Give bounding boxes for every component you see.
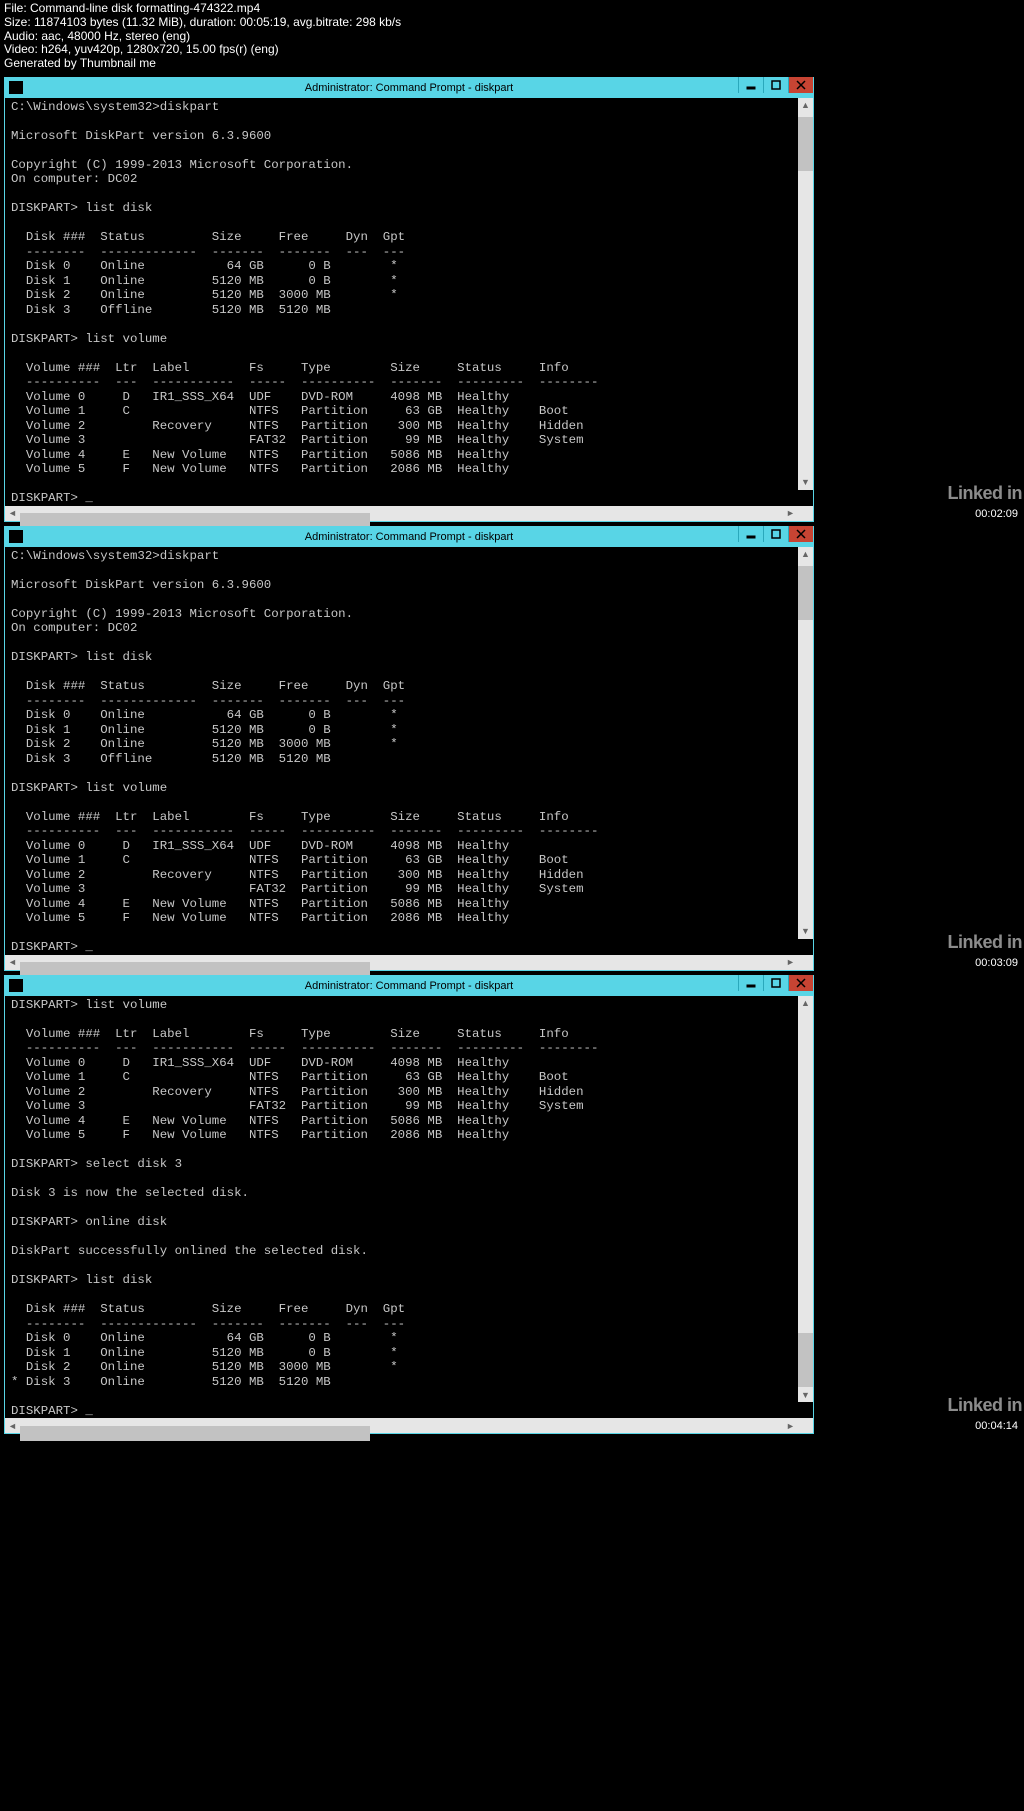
minimize-button[interactable]: [738, 526, 763, 542]
window-controls: [738, 77, 813, 93]
scroll-right-icon[interactable]: ►: [783, 955, 798, 970]
meta-audio: Audio: aac, 48000 Hz, stereo (eng): [4, 29, 190, 43]
meta-generator: Generated by Thumbnail me: [4, 56, 156, 70]
scroll-left-icon[interactable]: ◄: [5, 1418, 20, 1433]
minimize-button[interactable]: [738, 975, 763, 991]
video-metadata-header: File: Command-line disk formatting-47432…: [0, 0, 1024, 75]
scroll-right-icon[interactable]: ►: [783, 1418, 798, 1433]
vertical-scrollbar[interactable]: ▲ ▼: [798, 98, 813, 490]
maximize-button[interactable]: [763, 77, 788, 93]
scroll-up-icon[interactable]: ▲: [798, 547, 813, 562]
window-controls: [738, 975, 813, 991]
titlebar[interactable]: Administrator: Command Prompt - diskpart: [5, 976, 813, 996]
maximize-button[interactable]: [763, 975, 788, 991]
scroll-track[interactable]: [798, 620, 813, 924]
meta-file: File: Command-line disk formatting-47432…: [4, 1, 260, 15]
scroll-corner: [798, 1418, 813, 1433]
window-controls: [738, 526, 813, 542]
close-button[interactable]: [788, 526, 813, 542]
scroll-corner: [798, 955, 813, 970]
timestamp-2: 00:03:09: [975, 957, 1018, 969]
horizontal-scrollbar[interactable]: ◄ ►: [5, 506, 813, 521]
terminal-output[interactable]: DISKPART> list volume Volume ### Ltr Lab…: [5, 996, 813, 1419]
cmd-icon: [9, 979, 23, 992]
horizontal-scrollbar[interactable]: ◄ ►: [5, 1418, 813, 1433]
scroll-down-icon[interactable]: ▼: [798, 924, 813, 939]
scroll-down-icon[interactable]: ▼: [798, 475, 813, 490]
timestamp-1: 00:02:09: [975, 508, 1018, 520]
cmd-window-2: Administrator: Command Prompt - diskpart…: [4, 526, 814, 971]
close-button[interactable]: [788, 975, 813, 991]
vertical-scrollbar[interactable]: ▲ ▼: [798, 996, 813, 1403]
meta-video: Video: h264, yuv420p, 1280x720, 15.00 fp…: [4, 42, 279, 56]
scroll-thumb[interactable]: [798, 117, 813, 171]
watermark-logo: Linked in: [947, 483, 1022, 504]
cmd-window-1: Administrator: Command Prompt - diskpart…: [4, 77, 814, 522]
horizontal-scrollbar[interactable]: ◄ ►: [5, 955, 813, 970]
maximize-button[interactable]: [763, 526, 788, 542]
scroll-thumb[interactable]: [798, 1333, 813, 1387]
scroll-left-icon[interactable]: ◄: [5, 506, 20, 521]
scroll-track[interactable]: [798, 1011, 813, 1334]
cmd-icon: [9, 81, 23, 94]
cmd-window-3: Administrator: Command Prompt - diskpart…: [4, 975, 814, 1435]
minimize-button[interactable]: [738, 77, 763, 93]
terminal-output[interactable]: C:\Windows\system32>diskpart Microsoft D…: [5, 547, 813, 955]
scroll-left-icon[interactable]: ◄: [5, 955, 20, 970]
meta-size: Size: 11874103 bytes (11.32 MiB), durati…: [4, 15, 401, 29]
window-title: Administrator: Command Prompt - diskpart: [5, 531, 813, 543]
terminal-output[interactable]: C:\Windows\system32>diskpart Microsoft D…: [5, 98, 813, 506]
scroll-right-icon[interactable]: ►: [783, 506, 798, 521]
scroll-up-icon[interactable]: ▲: [798, 996, 813, 1011]
titlebar[interactable]: Administrator: Command Prompt - diskpart: [5, 527, 813, 547]
scroll-up-icon[interactable]: ▲: [798, 98, 813, 113]
timestamp-3: 00:04:14: [975, 1420, 1018, 1432]
scroll-track[interactable]: [798, 171, 813, 475]
watermark-logo: Linked in: [947, 932, 1022, 953]
window-title: Administrator: Command Prompt - diskpart: [5, 980, 813, 992]
cmd-icon: [9, 530, 23, 543]
scroll-thumb-h[interactable]: [20, 1426, 370, 1441]
scroll-corner: [798, 506, 813, 521]
window-title: Administrator: Command Prompt - diskpart: [5, 82, 813, 94]
scroll-thumb[interactable]: [798, 566, 813, 620]
watermark-logo: Linked in: [947, 1395, 1022, 1416]
close-button[interactable]: [788, 77, 813, 93]
vertical-scrollbar[interactable]: ▲ ▼: [798, 547, 813, 939]
titlebar[interactable]: Administrator: Command Prompt - diskpart: [5, 78, 813, 98]
scroll-down-icon[interactable]: ▼: [798, 1387, 813, 1402]
